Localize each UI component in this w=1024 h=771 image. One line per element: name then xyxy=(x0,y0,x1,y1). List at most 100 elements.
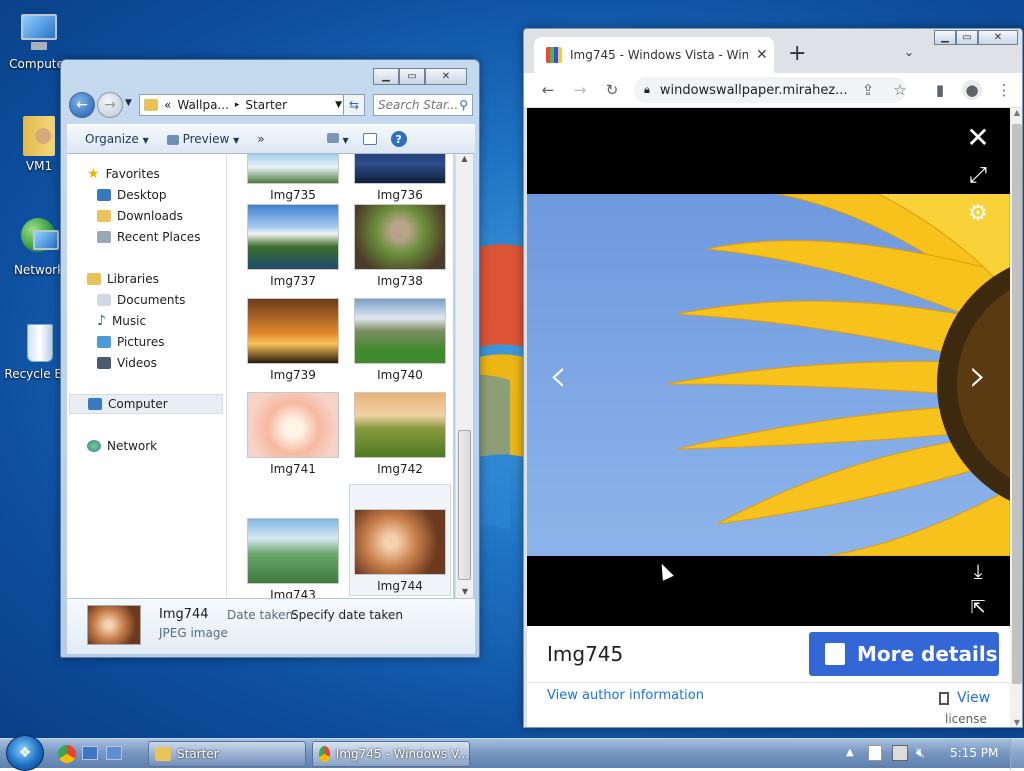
sunflower-image[interactable] xyxy=(527,194,1010,556)
nav-videos[interactable]: Videos xyxy=(97,353,157,373)
nav-network[interactable]: Network xyxy=(87,436,157,456)
downloads-icon xyxy=(97,210,111,222)
forward-arrow-icon[interactable]: → xyxy=(570,80,590,100)
file-thumbnail[interactable]: Img735 xyxy=(247,154,339,202)
file-name: Img736 xyxy=(377,188,423,202)
forward-button[interactable]: → xyxy=(97,92,123,118)
thumbnail-image xyxy=(247,298,339,364)
file-thumbnail[interactable]: Img743 xyxy=(247,518,339,598)
file-name: Img739 xyxy=(270,368,316,382)
maximize-button[interactable]: ▭ xyxy=(399,68,425,85)
breadcrumb-wallpapers[interactable]: Wallpa... xyxy=(177,98,229,112)
file-thumbnail[interactable]: Img738 xyxy=(354,204,446,288)
bookmark-star-icon[interactable]: ☆ xyxy=(890,80,910,100)
file-thumbnail-selected[interactable]: Img744 xyxy=(349,484,451,596)
help-icon[interactable]: ? xyxy=(390,131,407,147)
refresh-button[interactable]: ⇆ xyxy=(343,94,365,116)
file-thumbnail[interactable]: Img736 xyxy=(354,154,446,202)
address-dropdown-icon[interactable]: ▼ xyxy=(335,100,342,110)
nav-music[interactable]: ♪ Music xyxy=(97,311,146,331)
nav-desktop[interactable]: Desktop xyxy=(97,185,167,205)
file-thumbnail[interactable]: Img740 xyxy=(354,298,446,382)
chrome-quicklaunch-icon[interactable] xyxy=(58,745,76,763)
refresh-icon: ⇆ xyxy=(348,98,360,112)
close-viewer-icon[interactable]: ✕ xyxy=(965,121,991,154)
license-label[interactable]: license xyxy=(945,712,987,726)
back-button[interactable]: ← xyxy=(69,92,95,118)
file-list-scrollbar[interactable]: ▲ ▼ xyxy=(455,154,473,598)
nav-pictures[interactable]: Pictures xyxy=(97,332,165,352)
previous-image-chevron-icon[interactable]: ‹ xyxy=(541,348,575,402)
kebab-menu-icon[interactable]: ⋮ xyxy=(994,80,1014,100)
volume-muted-icon[interactable]: 🔇︎ xyxy=(916,745,932,761)
nav-favorites[interactable]: ★ Favorites xyxy=(87,164,160,184)
clock[interactable]: 5:15 PM xyxy=(950,746,998,760)
breadcrumb-overflow[interactable]: « xyxy=(164,98,171,112)
tab-search-dropdown-icon[interactable]: ⌄ xyxy=(904,45,914,59)
show-desktop-quicklaunch-icon[interactable] xyxy=(82,746,98,760)
close-button[interactable]: ✕ xyxy=(978,30,1018,45)
scroll-up-icon[interactable]: ▲ xyxy=(1010,108,1022,117)
scrollbar-thumb[interactable] xyxy=(1012,124,1022,684)
view-license-link[interactable]: View xyxy=(939,690,990,706)
scroll-up-icon[interactable]: ▲ xyxy=(456,154,473,163)
settings-gear-icon[interactable]: ⚙ xyxy=(965,200,991,226)
show-desktop-button[interactable] xyxy=(1010,739,1024,769)
view-author-link[interactable]: View author information xyxy=(547,688,704,703)
breadcrumb-starter[interactable]: Starter xyxy=(245,98,287,112)
next-image-chevron-icon[interactable]: › xyxy=(961,348,995,402)
nav-documents[interactable]: Documents xyxy=(97,290,185,310)
nav-computer[interactable]: Computer xyxy=(69,394,223,414)
start-button[interactable]: ❖ xyxy=(6,735,44,771)
more-details-button[interactable]: More details xyxy=(809,632,999,676)
maximize-button[interactable]: ▭ xyxy=(956,30,978,45)
download-icon[interactable]: ⤓ xyxy=(965,558,991,584)
minimize-button[interactable]: ▁ xyxy=(373,68,399,85)
back-arrow-icon[interactable]: ← xyxy=(538,80,558,100)
switch-windows-quicklaunch-icon[interactable] xyxy=(106,746,122,760)
view-options-button[interactable]: ▼ xyxy=(326,132,349,146)
recent-pages-dropdown-icon[interactable]: ▼ xyxy=(125,98,132,108)
new-tab-button[interactable]: + xyxy=(788,41,806,66)
organize-button[interactable]: Organize ▼ xyxy=(85,132,149,146)
scrollbar-thumb[interactable] xyxy=(458,430,471,580)
recent-places-icon xyxy=(97,231,111,243)
search-input[interactable]: Search Star... xyxy=(378,98,458,112)
tab-close-icon[interactable]: ✕ xyxy=(756,47,768,63)
search-box[interactable]: Search Star... ⚲ xyxy=(373,94,473,116)
preview-button[interactable]: Preview ▼ xyxy=(166,132,239,146)
star-icon: ★ xyxy=(87,166,100,182)
preview-pane-button[interactable] xyxy=(362,133,377,145)
browser-tab[interactable]: Img745 - Windows Vista - Windo ✕ xyxy=(534,37,774,73)
share-out-icon[interactable]: ⇱ xyxy=(965,594,991,620)
action-center-flag-icon[interactable] xyxy=(868,745,882,761)
address-bar[interactable]: « Wallpa... ▸ Starter ▼ xyxy=(139,94,347,116)
explorer-window[interactable]: ▁ ▭ ✕ ← → ▼ « Wallpa... ▸ Starter ▼ ⇆ Se… xyxy=(60,59,480,658)
network-tray-icon[interactable] xyxy=(892,745,908,761)
file-thumbnail[interactable]: Img741 xyxy=(247,392,339,476)
url-text[interactable]: windowswallpaper.mirahez... xyxy=(660,83,848,98)
share-icon[interactable]: ⇪ xyxy=(858,80,878,100)
page-scrollbar[interactable]: ▲ ▼ xyxy=(1010,108,1022,727)
more-commands-button[interactable]: » xyxy=(257,132,264,146)
open-in-new-icon[interactable]: ⤢ xyxy=(965,162,991,188)
reload-icon[interactable]: ↻ xyxy=(602,80,622,100)
breadcrumb-separator[interactable]: ▸ xyxy=(235,100,240,110)
nav-libraries[interactable]: Libraries xyxy=(87,269,159,289)
nav-downloads[interactable]: Downloads xyxy=(97,206,183,226)
taskbar-item-explorer[interactable]: Starter xyxy=(148,741,306,767)
file-thumbnail[interactable]: Img739 xyxy=(247,298,339,382)
close-button[interactable]: ✕ xyxy=(425,68,467,85)
nav-recent-places[interactable]: Recent Places xyxy=(97,227,200,247)
show-hidden-icons-arrow[interactable]: ▲ xyxy=(846,747,854,758)
taskbar-item-chrome[interactable]: Img745 - Windows V... xyxy=(312,741,470,767)
scroll-down-icon[interactable]: ▼ xyxy=(1010,718,1022,727)
side-panel-icon[interactable]: ▮ xyxy=(930,80,950,100)
date-taken-value[interactable]: Specify date taken xyxy=(291,608,403,622)
file-thumbnail[interactable]: Img742 xyxy=(354,392,446,476)
profile-avatar-icon[interactable]: ● xyxy=(962,80,982,100)
scroll-down-icon[interactable]: ▼ xyxy=(456,587,474,596)
minimize-button[interactable]: ▁ xyxy=(934,30,956,45)
file-thumbnail[interactable]: Img737 xyxy=(247,204,339,288)
chrome-window[interactable]: ▁ ▭ ✕ Img745 - Windows Vista - Windo ✕ +… xyxy=(523,28,1023,728)
